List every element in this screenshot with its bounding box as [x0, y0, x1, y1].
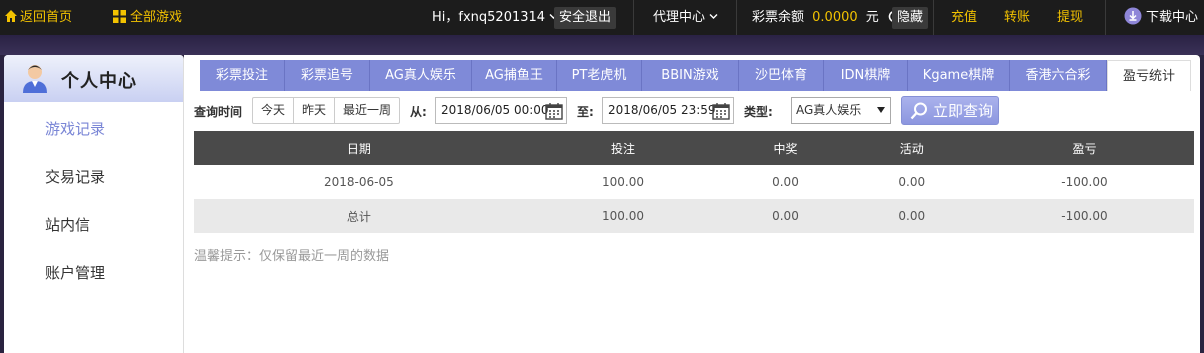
- balance-value: 0.0000: [812, 10, 858, 25]
- tab-kgame-chess[interactable]: Kgame棋牌: [908, 60, 1010, 91]
- query-time-label: 查询时间: [194, 105, 243, 119]
- search-icon: [910, 102, 927, 120]
- table-row: 2018-06-05 100.00 0.00 0.00 -100.00: [194, 165, 1194, 199]
- cell-bet: 100.00: [523, 199, 723, 233]
- cell-activity: 0.00: [848, 165, 975, 199]
- sidebar-item-transaction-records[interactable]: 交易记录: [45, 166, 105, 187]
- greeting-text: Hi，fxnq5201314: [432, 10, 546, 25]
- col-win: 中奖: [722, 131, 849, 165]
- user-menu[interactable]: Hi，fxnq5201314: [432, 0, 558, 35]
- tab-ag-fishing[interactable]: AG捕鱼王: [472, 60, 557, 91]
- dropdown-arrow-icon: [877, 107, 885, 113]
- search-button-label: 立即查询: [933, 102, 994, 120]
- agent-center-label: 代理中心: [653, 10, 706, 25]
- cell-win: 0.00: [722, 165, 849, 199]
- download-center-link[interactable]: 下载中心: [1124, 0, 1198, 35]
- tab-saba-sports[interactable]: 沙巴体育: [739, 60, 824, 91]
- from-date-input[interactable]: 2018/06/05 00:00: [435, 97, 567, 124]
- range-group: 今天 昨天 最近一周: [252, 97, 400, 124]
- tab-pt-slots[interactable]: PT老虎机: [557, 60, 642, 91]
- calendar-icon[interactable]: [712, 102, 730, 120]
- tab-lottery-chase[interactable]: 彩票追号: [285, 60, 370, 91]
- range-yesterday-button[interactable]: 昨天: [294, 98, 334, 123]
- hide-balance-button[interactable]: 隐藏: [892, 7, 929, 29]
- tip-text: 温馨提示：仅保留最近一周的数据: [194, 249, 390, 264]
- cell-date: 总计: [194, 199, 524, 233]
- sidebar: 个人中心 游戏记录 交易记录 站内信 账户管理: [4, 55, 184, 353]
- grid-icon: [113, 10, 126, 23]
- home-link[interactable]: 返回首页: [4, 0, 72, 35]
- col-activity: 活动: [848, 131, 975, 165]
- logout-button[interactable]: 安全退出: [554, 7, 617, 29]
- type-select[interactable]: AG真人娱乐: [791, 97, 891, 124]
- transfer-link[interactable]: 转账: [1004, 0, 1030, 35]
- table-total-row: 总计 100.00 0.00 0.00 -100.00: [194, 199, 1194, 233]
- balance-label: 彩票余额: [752, 10, 805, 25]
- balance-area: 彩票余额 0.0000 元: [752, 0, 902, 35]
- download-icon: [1124, 7, 1142, 25]
- table-header-row: 日期 投注 中奖 活动 盈亏: [194, 131, 1194, 165]
- all-games-label: 全部游戏: [130, 10, 183, 25]
- sidebar-item-game-records[interactable]: 游戏记录: [45, 118, 105, 139]
- tab-lottery-bets[interactable]: 彩票投注: [200, 60, 285, 91]
- home-label: 返回首页: [20, 10, 73, 25]
- sidebar-item-messages[interactable]: 站内信: [45, 214, 90, 235]
- cell-win: 0.00: [722, 199, 849, 233]
- sidebar-title: 个人中心: [61, 71, 137, 92]
- to-label: 至:: [577, 105, 594, 119]
- all-games-link[interactable]: 全部游戏: [113, 0, 182, 35]
- profit-loss-table: 日期 投注 中奖 活动 盈亏 2018-06-05 100.00 0.00 0.…: [194, 131, 1194, 233]
- chevron-down-icon: [709, 14, 718, 19]
- col-profit-loss: 盈亏: [974, 131, 1194, 165]
- home-icon: [5, 10, 17, 22]
- to-date-input[interactable]: 2018/06/05 23:59: [602, 97, 734, 124]
- from-label: 从:: [410, 105, 427, 119]
- calendar-icon[interactable]: [545, 102, 563, 120]
- tab-profit-loss[interactable]: 盈亏统计: [1107, 60, 1191, 91]
- cell-bet: 100.00: [523, 165, 723, 199]
- user-avatar-icon: [23, 65, 47, 93]
- cell-profit-loss: -100.00: [974, 165, 1194, 199]
- tab-idn-chess[interactable]: IDN棋牌: [824, 60, 908, 91]
- search-button[interactable]: 立即查询: [901, 96, 999, 125]
- header-band: [0, 35, 1204, 55]
- tab-hk-mark-six[interactable]: 香港六合彩: [1010, 60, 1107, 91]
- download-center-label: 下载中心: [1146, 10, 1199, 25]
- sidebar-item-account-management[interactable]: 账户管理: [45, 262, 105, 283]
- agent-center-menu[interactable]: 代理中心: [653, 0, 718, 35]
- top-bar: 返回首页 全部游戏 Hi，fxnq5201314 安全退出 代理中心 彩票余额 …: [0, 0, 1204, 35]
- cell-date: 2018-06-05: [194, 165, 524, 199]
- query-bar: 查询时间 今天 昨天 最近一周 从: 2018/06/05 00:00 至: 2…: [194, 96, 1194, 125]
- to-date-value: 2018/06/05 23:59: [608, 103, 716, 117]
- cell-profit-loss: -100.00: [974, 199, 1194, 233]
- type-label: 类型:: [744, 105, 773, 119]
- tab-ag-live[interactable]: AG真人娱乐: [370, 60, 472, 91]
- type-select-value: AG真人娱乐: [796, 103, 862, 117]
- col-bet: 投注: [523, 131, 723, 165]
- sidebar-header: 个人中心: [4, 55, 183, 102]
- tab-bbin-games[interactable]: BBIN游戏: [642, 60, 739, 91]
- cell-activity: 0.00: [848, 199, 975, 233]
- from-date-value: 2018/06/05 00:00: [441, 103, 549, 117]
- main-panel: 彩票投注 彩票追号 AG真人娱乐 AG捕鱼王 PT老虎机 BBIN游戏 沙巴体育…: [184, 55, 1200, 353]
- range-today-button[interactable]: 今天: [253, 98, 293, 123]
- recharge-link[interactable]: 充值: [951, 0, 977, 35]
- range-week-button[interactable]: 最近一周: [335, 98, 399, 123]
- col-date: 日期: [194, 131, 524, 165]
- balance-unit: 元: [865, 10, 879, 25]
- withdraw-link[interactable]: 提现: [1057, 0, 1083, 35]
